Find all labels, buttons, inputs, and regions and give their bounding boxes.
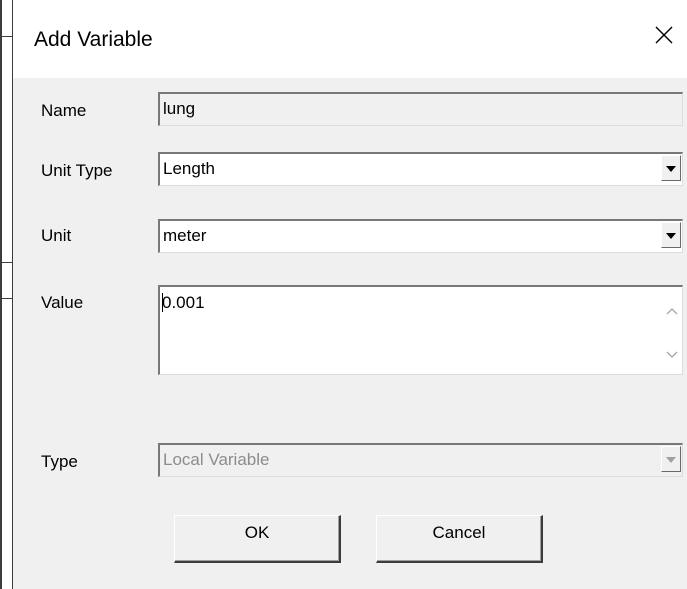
type-dropdown: Local Variable	[158, 443, 683, 477]
unit-type-value: Length	[163, 159, 215, 178]
unit-type-dropdown[interactable]: Length	[158, 152, 683, 186]
background-window-notch	[2, 298, 12, 299]
type-dropdown-button	[661, 446, 681, 472]
value-label: Value	[41, 293, 84, 312]
value-text: 0.001	[162, 293, 205, 312]
chevron-up-icon[interactable]	[666, 307, 678, 315]
close-icon	[655, 26, 673, 44]
unit-type-dropdown-button[interactable]	[661, 155, 681, 181]
text-caret	[162, 293, 163, 312]
type-value: Local Variable	[163, 450, 270, 469]
unit-label: Unit	[41, 226, 72, 245]
name-field[interactable]: lung	[158, 92, 683, 126]
add-variable-dialog: Add Variable Name lung Unit Type Length …	[12, 0, 687, 589]
chevron-down-icon[interactable]	[666, 351, 678, 359]
dropdown-arrow-icon	[666, 457, 676, 463]
screen: Add Variable Name lung Unit Type Length …	[0, 0, 687, 589]
value-textarea[interactable]: 0.001	[158, 285, 683, 375]
cancel-button-label: Cancel	[432, 523, 486, 542]
dialog-title: Add Variable	[34, 28, 153, 51]
unit-dropdown[interactable]: meter	[158, 219, 683, 253]
unit-dropdown-button[interactable]	[661, 222, 681, 248]
unit-type-label: Unit Type	[41, 161, 113, 180]
dialog-titlebar[interactable]: Add Variable	[13, 0, 687, 78]
unit-value: meter	[163, 226, 207, 245]
name-value: lung	[163, 99, 196, 118]
cancel-button[interactable]: Cancel	[376, 515, 543, 563]
ok-button[interactable]: OK	[174, 515, 341, 563]
background-window-notch	[2, 262, 12, 263]
type-label: Type	[41, 452, 78, 471]
background-window-notch	[2, 36, 12, 37]
dropdown-arrow-icon	[666, 233, 676, 239]
ok-button-label: OK	[244, 523, 270, 542]
background-window-edge	[0, 0, 2, 589]
close-button[interactable]	[641, 16, 687, 56]
name-label: Name	[41, 101, 87, 120]
dropdown-arrow-icon	[666, 166, 676, 172]
value-scrollbar[interactable]	[661, 287, 682, 371]
